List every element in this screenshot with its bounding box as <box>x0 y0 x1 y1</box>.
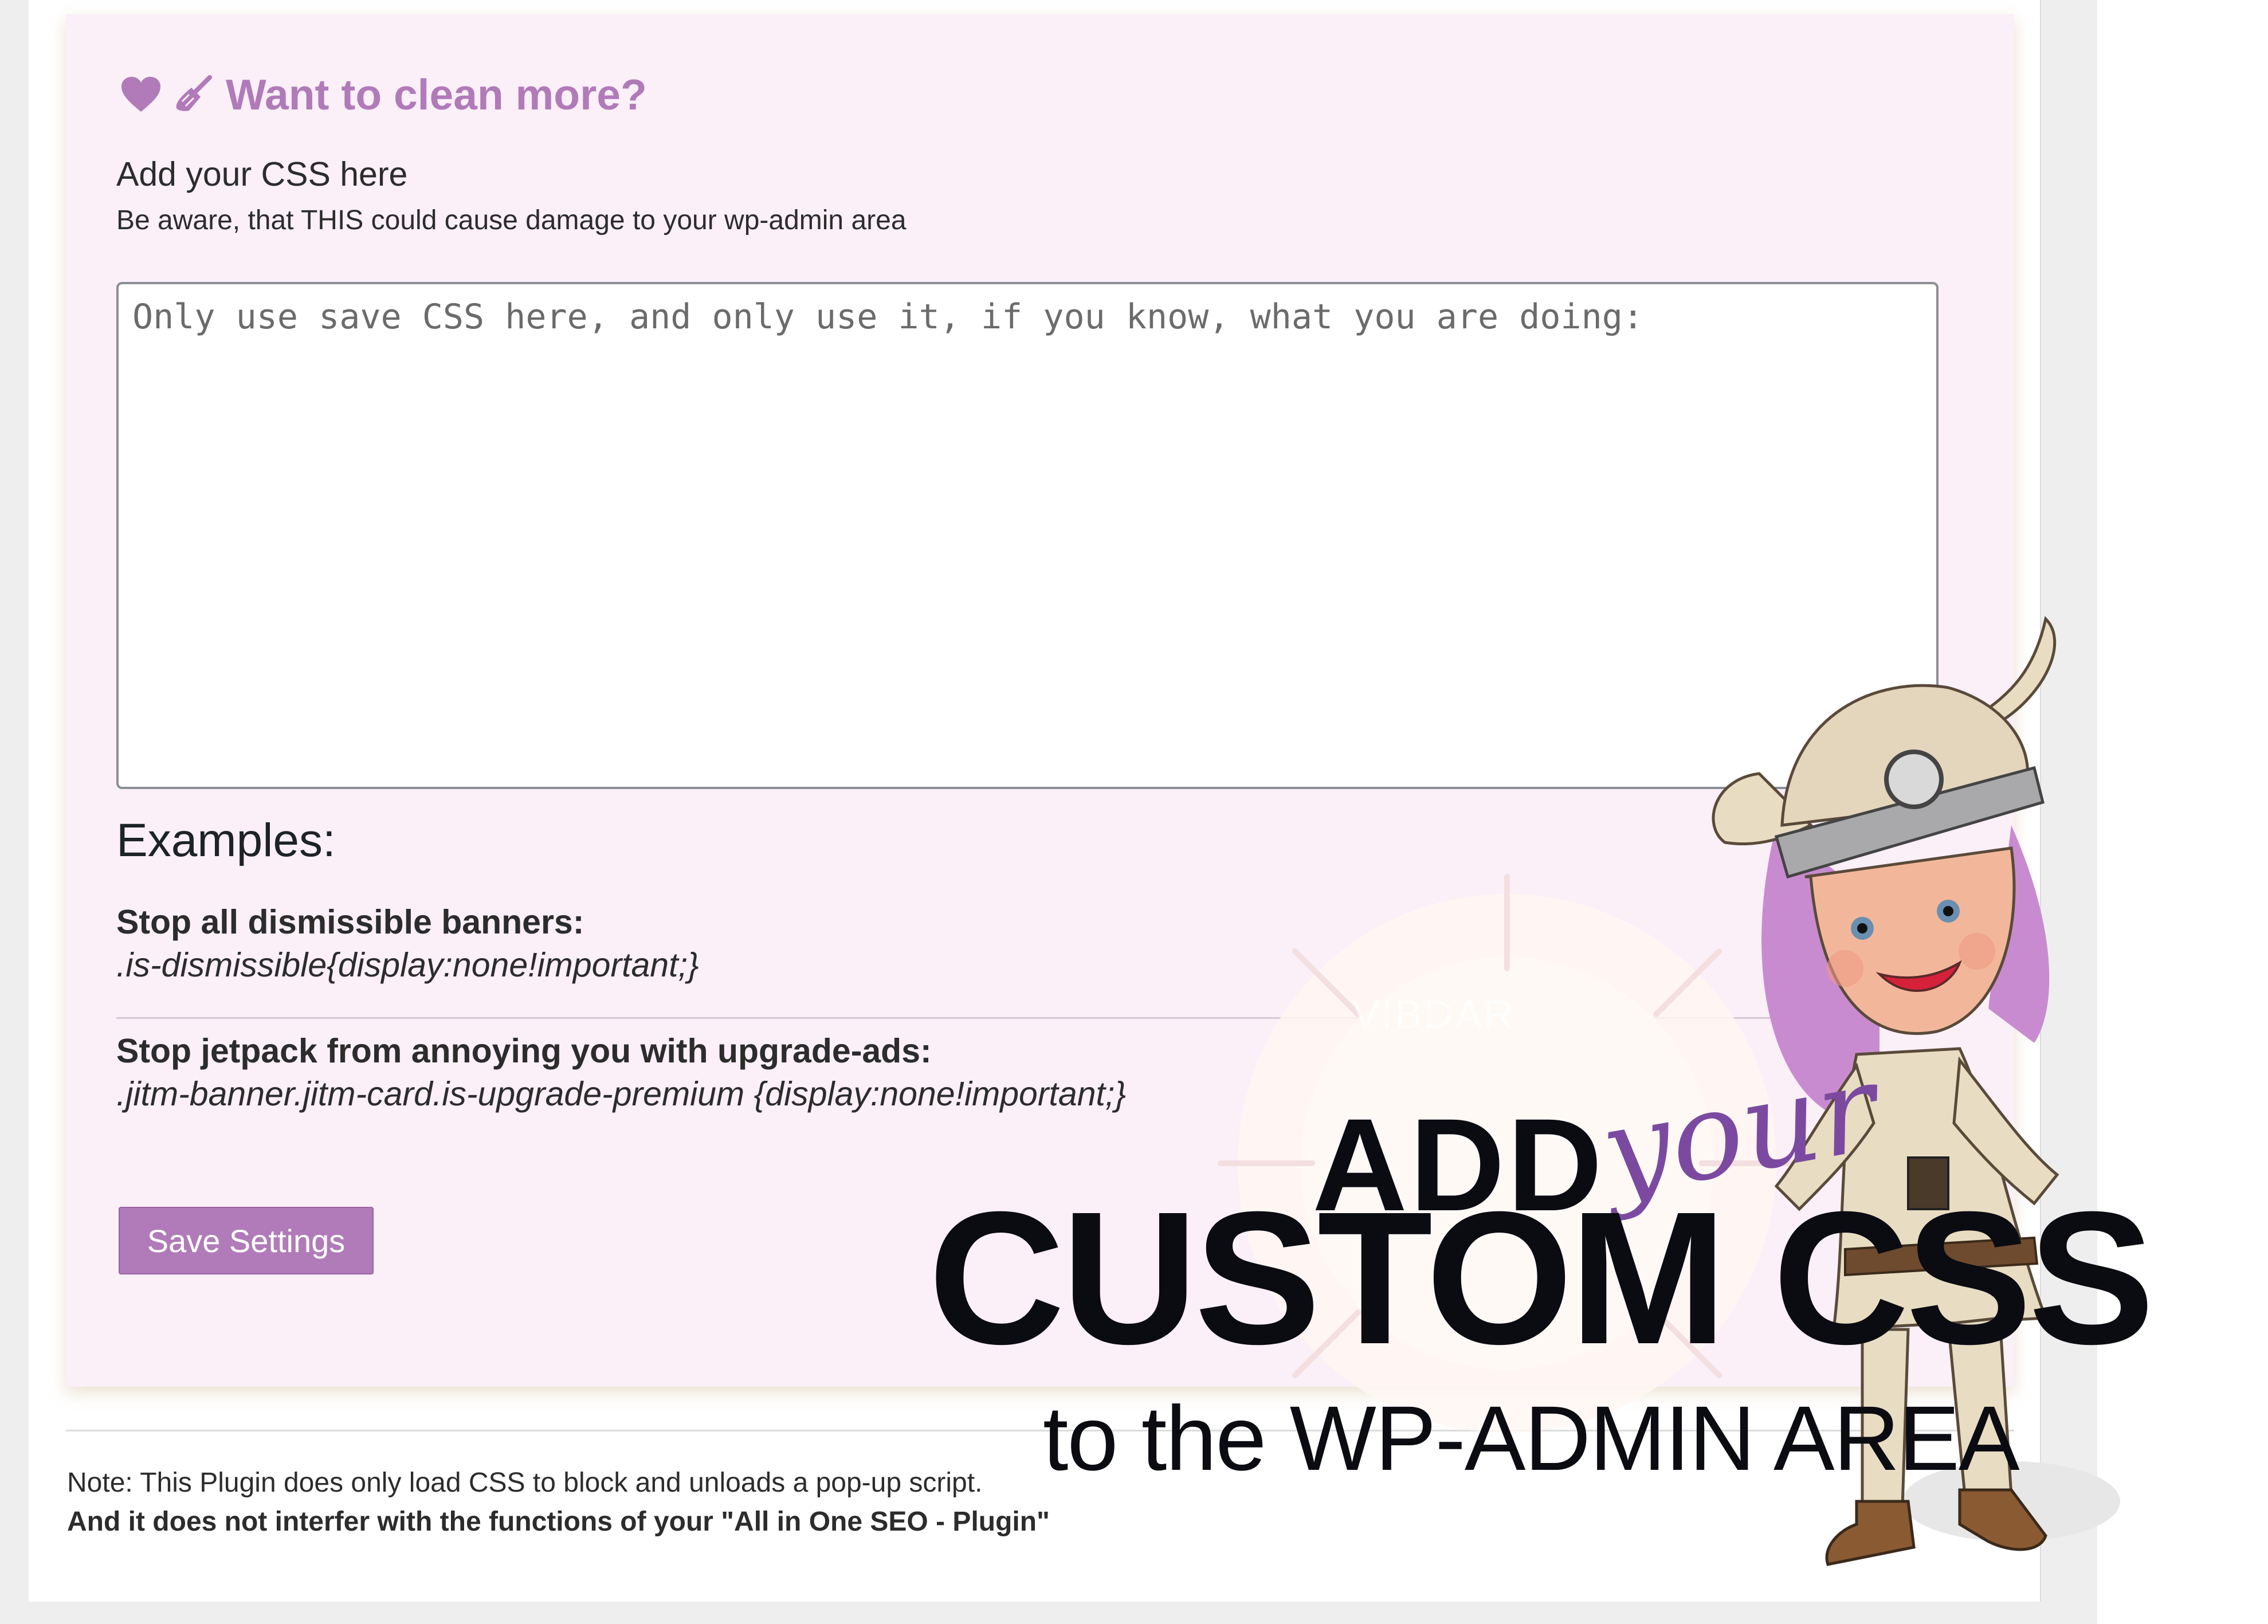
example-code: .jitm-banner.jitm-card.is-upgrade-premiu… <box>116 1075 1127 1113</box>
heart-icon <box>120 76 162 113</box>
css-warning-text: Be aware, that THIS could cause damage t… <box>116 205 907 236</box>
watermark-text: VIBDAR <box>1352 992 1516 1037</box>
example-code: .is-dismissible{display:none!important;} <box>116 946 699 984</box>
save-settings-button[interactable]: Save Settings <box>119 1207 374 1274</box>
card-title: Want to clean more? <box>120 66 647 123</box>
footer-note-bold: And it does not interfer with the functi… <box>67 1507 1050 1537</box>
example-title: Stop jetpack from annoying you with upgr… <box>116 1032 932 1070</box>
promo-headline-custom-css: CUSTOM CSS <box>928 1172 2155 1383</box>
examples-heading: Examples: <box>116 814 336 866</box>
broom-icon <box>174 75 213 114</box>
custom-css-input[interactable] <box>116 282 1939 789</box>
card-title-text: Want to clean more? <box>226 70 647 119</box>
css-section-label: Add your CSS here <box>116 155 408 193</box>
example-title: Stop all dismissible banners: <box>116 903 584 941</box>
footer-note: Note: This Plugin does only load CSS to … <box>67 1468 983 1498</box>
promo-subheadline: to the WP-ADMIN AREA <box>1043 1387 2020 1489</box>
